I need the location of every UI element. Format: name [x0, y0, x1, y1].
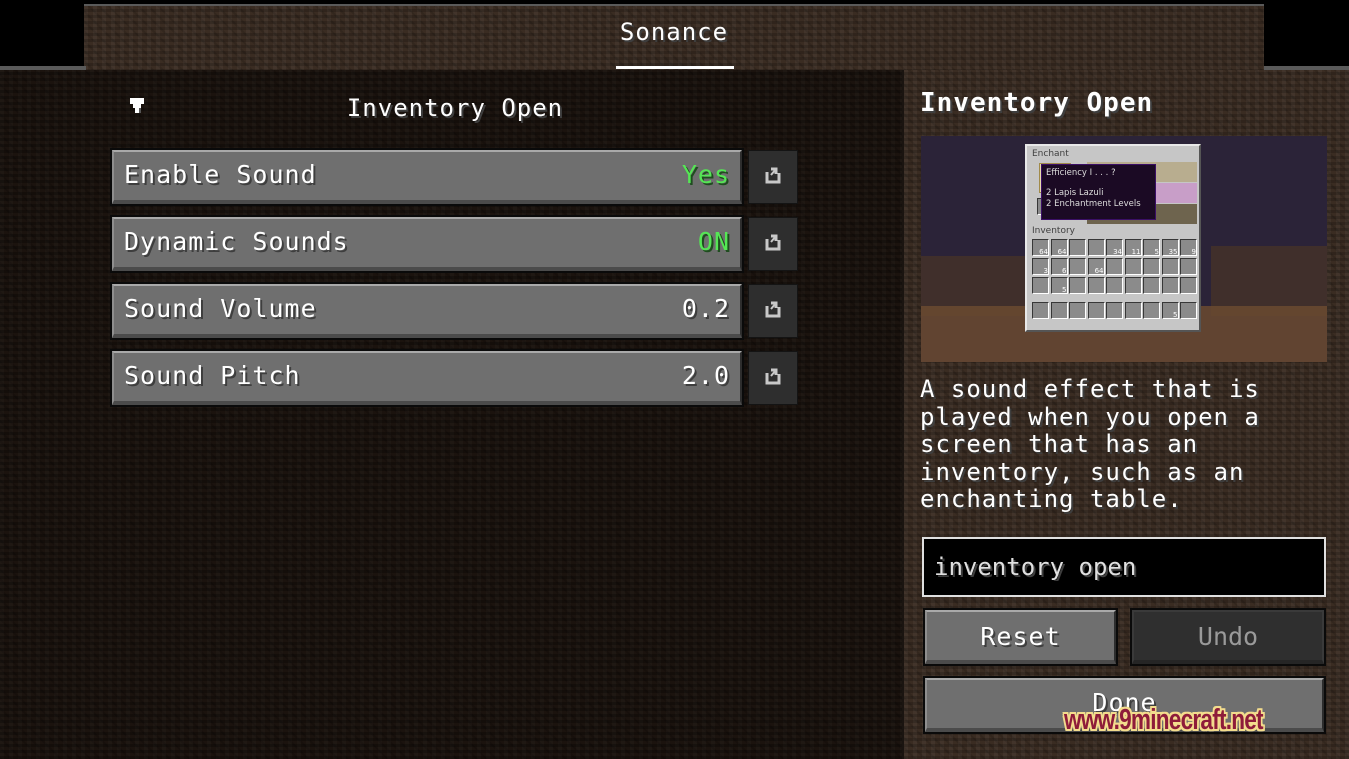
inventory-slot[interactable]: [1180, 277, 1197, 294]
hotbar-slot[interactable]: 5: [1161, 302, 1179, 319]
inventory-slot[interactable]: 64: [1032, 239, 1049, 256]
option-value: 0.2: [681, 294, 730, 323]
inventory-slot[interactable]: 35: [1161, 239, 1179, 256]
inventory-slot[interactable]: 11: [1124, 239, 1142, 256]
sound-pitch-slider[interactable]: Sound Pitch 2.0: [110, 349, 744, 407]
inventory-slot[interactable]: [1106, 277, 1123, 294]
inventory-slot[interactable]: 64: [1050, 239, 1068, 256]
inventory-slot[interactable]: 34: [1106, 239, 1123, 256]
tab-label: Sonance: [619, 18, 729, 46]
reset-button[interactable]: Reset: [923, 608, 1118, 666]
collapse-arrow-icon[interactable]: [128, 96, 146, 116]
option-value: 2.0: [681, 361, 730, 390]
dynamic-sounds-toggle[interactable]: Dynamic Sounds ON: [110, 215, 744, 273]
enable-sound-toggle[interactable]: Enable Sound Yes: [110, 148, 744, 206]
preview-image: Enchant 41 1 2 3 Inventory 6464341153593…: [921, 136, 1327, 362]
inventory-slot[interactable]: 6: [1050, 258, 1068, 275]
tooltip-line: 2 Enchantment Levels: [1046, 199, 1141, 209]
hotbar-slot[interactable]: [1069, 302, 1086, 319]
hotbar-slot[interactable]: [1032, 302, 1049, 319]
description-line: enchanting table.: [920, 485, 1183, 513]
description-line: played when you open a: [920, 402, 1260, 431]
reset-icon: [765, 167, 781, 184]
undo-button-label: Undo: [1197, 621, 1259, 651]
top-bar: Sonance: [0, 0, 1349, 72]
option-row-dynamic-sounds: Dynamic Sounds ON: [110, 215, 802, 273]
hotbar-slot[interactable]: [1143, 302, 1160, 319]
description: A sound effect that is played when you o…: [920, 375, 1330, 514]
reset-icon: [765, 368, 781, 385]
inventory-slot[interactable]: [1069, 277, 1086, 294]
section-title: Inventory Open: [346, 94, 564, 122]
inventory-slot[interactable]: [1087, 277, 1105, 294]
reset-dynamic-sounds-button[interactable]: [748, 217, 798, 271]
active-tab-indicator: [616, 66, 734, 69]
hotbar-slot[interactable]: [1124, 302, 1142, 319]
inventory-slot[interactable]: [1124, 258, 1142, 275]
undo-button[interactable]: Undo: [1130, 608, 1326, 666]
tab-sonance[interactable]: Sonance: [606, 18, 742, 68]
detail-title: Inventory Open: [920, 88, 1154, 118]
tooltip-title: Efficiency I . . . ?: [1046, 168, 1116, 178]
reset-sound-pitch-button[interactable]: [748, 351, 798, 405]
sound-volume-slider[interactable]: Sound Volume 0.2: [110, 282, 744, 340]
reset-enable-sound-button[interactable]: [748, 150, 798, 204]
inventory-slot[interactable]: 3: [1032, 258, 1049, 275]
inventory-slot[interactable]: [1161, 258, 1179, 275]
inventory-slot[interactable]: [1069, 258, 1086, 275]
option-label: Sound Volume: [124, 294, 317, 323]
inventory-slot[interactable]: [1087, 239, 1105, 256]
hotbar-slot[interactable]: [1180, 302, 1197, 319]
option-label: Dynamic Sounds: [124, 227, 349, 256]
description-line: inventory, such as an: [920, 457, 1245, 486]
tooltip-line: 2 Lapis Lazuli: [1046, 188, 1104, 198]
hotbar-slot[interactable]: [1087, 302, 1105, 319]
description-line: A sound effect that is: [920, 375, 1260, 403]
inventory-slot[interactable]: [1032, 277, 1049, 294]
reset-button-label: Reset: [980, 621, 1061, 651]
hotbar-slot[interactable]: [1106, 302, 1123, 319]
inventory-slot[interactable]: 9: [1180, 239, 1197, 256]
inventory-slot[interactable]: 5: [1050, 277, 1068, 294]
inventory-slot[interactable]: [1069, 239, 1086, 256]
enchant-tooltip: Efficiency I . . . ? 2 Lapis Lazuli 2 En…: [1041, 164, 1156, 220]
hotbar-slot[interactable]: [1050, 302, 1068, 319]
inventory-label: Inventory: [1032, 226, 1075, 236]
reset-sound-volume-button[interactable]: [748, 284, 798, 338]
watermark: www.9minecraft.net: [1064, 704, 1264, 736]
inventory-slot[interactable]: [1161, 277, 1179, 294]
inventory-slot[interactable]: 64: [1087, 258, 1105, 275]
option-value: Yes: [681, 160, 730, 189]
option-row-sound-pitch: Sound Pitch 2.0: [110, 349, 802, 407]
inventory-slot[interactable]: [1143, 258, 1160, 275]
inventory-slot[interactable]: [1143, 277, 1160, 294]
option-row-enable-sound: Enable Sound Yes: [110, 148, 802, 206]
reset-icon: [765, 301, 781, 318]
reset-icon: [765, 234, 781, 251]
search-input[interactable]: [922, 537, 1326, 597]
option-label: Enable Sound: [124, 160, 317, 189]
gui-title: Enchant: [1032, 149, 1069, 159]
option-value: ON: [697, 227, 730, 256]
option-row-sound-volume: Sound Volume 0.2: [110, 282, 802, 340]
inventory-slot[interactable]: [1106, 258, 1123, 275]
description-line: screen that has an: [920, 430, 1199, 458]
inventory-slot[interactable]: [1124, 277, 1142, 294]
inventory-slot[interactable]: [1180, 258, 1197, 275]
inventory-slot[interactable]: 5: [1143, 239, 1160, 256]
option-label: Sound Pitch: [124, 361, 301, 390]
